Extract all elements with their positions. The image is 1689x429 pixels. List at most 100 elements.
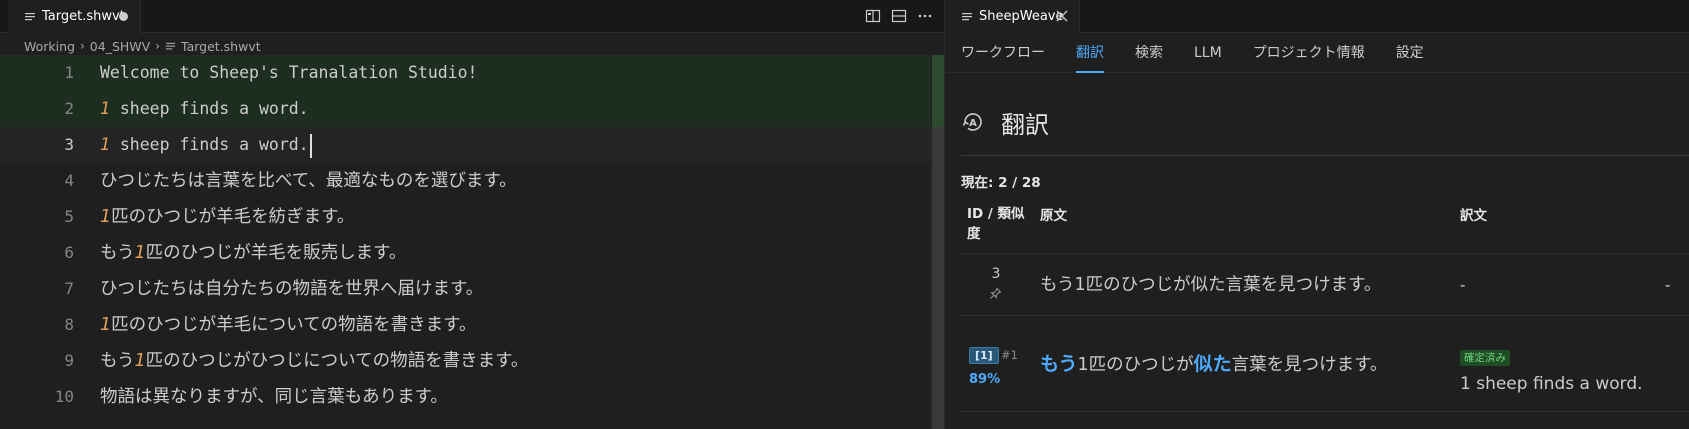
code-line[interactable]: 8 1匹のひつじが羊毛についての物語を書きます。 [0, 307, 930, 343]
breadcrumb-item-file[interactable]: Target.shwvt [181, 39, 261, 54]
row-target-text: - [1460, 276, 1466, 294]
match-index-badge[interactable]: [1] [969, 347, 999, 364]
close-icon[interactable] [1055, 9, 1069, 23]
progress-indicator: 現在: 2 / 28 [961, 175, 1041, 191]
editor-tab-label: Target.shwvt [42, 9, 125, 24]
scrollbar-change-marker [932, 55, 944, 127]
page-title: 翻訳 [1001, 110, 1049, 139]
line-text[interactable]: 1 sheep finds a word. [100, 127, 312, 163]
status-badge: 確定済み [1460, 350, 1510, 366]
line-text[interactable]: 1匹のひつじが羊毛についての物語を書きます。 [100, 307, 476, 343]
text-token: 匹のひつじがひつじについての物語を書きます。 [145, 351, 529, 371]
line-number: 1 [64, 63, 74, 82]
text-token: もう [100, 351, 135, 371]
panel-tab-label: SheepWeave [979, 9, 1064, 24]
code-line[interactable]: 9 もう1匹のひつじがひつじについての物語を書きます。 [0, 343, 930, 379]
breadcrumb: Working › 04_SHWV › Target.shwvt [24, 36, 261, 56]
code-line[interactable]: 7 ひつじたちは自分たちの物語を世界へ届けます。 [0, 271, 930, 307]
line-number: 7 [64, 279, 74, 298]
line-number: 9 [64, 351, 74, 370]
chevron-right-icon: › [155, 39, 161, 53]
svg-text:A: A [969, 118, 977, 129]
panel-tab-bar: SheepWeave [945, 0, 1689, 33]
number-token: 1 [134, 351, 146, 371]
line-text[interactable]: 1 sheep finds a word. [100, 91, 309, 127]
text-token: sheep finds a word. [109, 99, 309, 118]
editor-tab-bar: Target.shwvt [0, 0, 944, 33]
text-token: ひつじたちは言葉を比べて、最適なものを選びます。 [100, 171, 517, 191]
nav-tab-4[interactable]: プロジェクト情報 [1253, 33, 1365, 73]
panel-tab-sheepweave[interactable]: SheepWeave [945, 0, 1080, 33]
code-lines[interactable]: 1 Welcome to Sheep's Tranalation Studio! 2… [0, 55, 930, 415]
row-extra-text: - [1665, 276, 1671, 294]
row-id: 3 [991, 266, 1001, 282]
text-token: 物語は異なりますが、同じ言葉もあります。 [100, 387, 448, 407]
editor-tab-target[interactable]: Target.shwvt [8, 0, 141, 33]
code-line[interactable]: 2 1 sheep finds a word. [0, 91, 930, 127]
code-line[interactable]: 1 Welcome to Sheep's Tranalation Studio! [0, 55, 930, 91]
number-token: 1 [100, 207, 112, 227]
match-text: 言葉を見つけます。 [1231, 355, 1388, 375]
line-number: 10 [54, 387, 74, 406]
file-lines-icon [962, 12, 972, 20]
text-token: sheep finds a word. [109, 135, 309, 154]
match-target-text[interactable]: 1 sheep finds a word. [1460, 374, 1643, 394]
editor-pane: Target.shwvt Working › 04_SHWV › Target.… [0, 0, 944, 429]
column-header-source: 原文 [1040, 208, 1067, 224]
number-token: 1 [100, 99, 110, 118]
column-header-target: 訳文 [1460, 208, 1487, 224]
line-text[interactable]: 物語は異なりますが、同じ言葉もあります。 [100, 379, 448, 415]
text-token: ひつじたちは自分たちの物語を世界へ届けます。 [100, 279, 484, 299]
nav-tab-1[interactable]: 翻訳 [1076, 33, 1104, 73]
line-text[interactable]: もう1匹のひつじが羊毛を販売します。 [100, 235, 406, 271]
text-token: Welcome to Sheep's Tranalation Studio! [100, 63, 478, 82]
table-row-match[interactable]: [1] #1 89% もう1匹のひつじが似た言葉を見つけます。 確定済み 1 s… [961, 316, 1689, 412]
breadcrumb-item-working[interactable]: Working [24, 39, 75, 54]
text-token: 匹のひつじが羊毛を紡ぎます。 [111, 207, 355, 227]
split-diff-icon[interactable] [864, 7, 882, 25]
line-text[interactable]: ひつじたちは言葉を比べて、最適なものを選びます。 [100, 163, 517, 199]
nav-tab-5[interactable]: 設定 [1396, 33, 1424, 73]
nav-tab-0[interactable]: ワークフロー [961, 33, 1045, 73]
number-token: 1 [134, 243, 146, 263]
translate-icon: A [962, 113, 982, 131]
code-line[interactable]: 10 物語は異なりますが、同じ言葉もあります。 [0, 379, 930, 415]
panel-nav: ワークフロー 翻訳 検索 LLM プロジェクト情報 設定 [945, 33, 1689, 73]
column-header-id: ID / 類似度 [967, 206, 1025, 242]
file-lines-icon [25, 12, 35, 20]
text-cursor [309, 133, 312, 158]
number-token: 1 [100, 135, 110, 154]
line-text[interactable]: Welcome to Sheep's Tranalation Studio! [100, 55, 478, 91]
line-text[interactable]: ひつじたちは自分たちの物語を世界へ届けます。 [100, 271, 483, 307]
nav-tab-3[interactable]: LLM [1194, 33, 1222, 73]
editor-actions [864, 7, 934, 25]
pin-icon[interactable] [989, 287, 1002, 300]
editor-scrollbar[interactable] [930, 55, 944, 429]
text-token: もう [100, 243, 135, 263]
breadcrumb-item-folder[interactable]: 04_SHWV [90, 39, 150, 54]
nav-tab-2[interactable]: 検索 [1135, 33, 1163, 73]
code-line[interactable]: 6 もう1匹のひつじが羊毛を販売します。 [0, 235, 930, 271]
number-token: 1 [100, 315, 112, 335]
similarity-score: 89% [969, 372, 1001, 387]
code-line[interactable]: 5 1匹のひつじが羊毛を紡ぎます。 [0, 199, 930, 235]
text-token: 匹のひつじが羊毛についての物語を書きます。 [111, 315, 477, 335]
line-text[interactable]: 1匹のひつじが羊毛を紡ぎます。 [100, 199, 354, 235]
split-editor-icon[interactable] [890, 7, 908, 25]
table-row-current[interactable]: 3 もう1匹のひつじが似た言葉を見つけます。 - - [961, 254, 1689, 316]
unsaved-dot-icon[interactable] [119, 12, 128, 21]
code-line[interactable]: 3 1 sheep finds a word. [0, 127, 930, 163]
match-source-text: もう1匹のひつじが似た言葉を見つけます。 [1040, 316, 1387, 412]
header-divider [961, 155, 1689, 156]
more-icon[interactable] [916, 7, 934, 25]
line-number: 2 [64, 99, 74, 118]
text-token: 匹のひつじが羊毛を販売します。 [145, 243, 407, 263]
line-number: 4 [64, 171, 74, 190]
match-highlight: 似た [1193, 353, 1232, 375]
line-number: 5 [64, 207, 74, 226]
line-number: 8 [64, 315, 74, 334]
line-text[interactable]: もう1匹のひつじがひつじについての物語を書きます。 [100, 343, 528, 379]
line-number: 6 [64, 243, 74, 262]
code-line[interactable]: 4 ひつじたちは言葉を比べて、最適なものを選びます。 [0, 163, 930, 199]
file-lines-icon [165, 42, 176, 49]
